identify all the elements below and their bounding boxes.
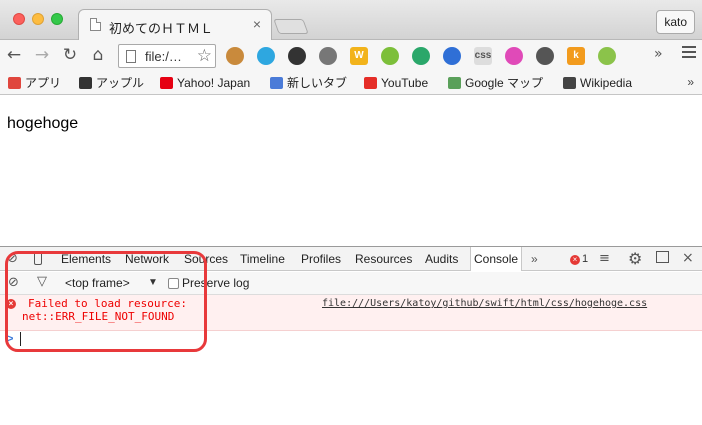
bookmark-item[interactable]: 新しいタブ — [270, 75, 347, 91]
device-mode-icon[interactable] — [34, 251, 42, 265]
bookmark-label: Wikipedia — [580, 76, 633, 90]
bookmark-star-icon[interactable]: ☆ — [197, 45, 212, 67]
error-icon: × — [6, 299, 16, 309]
speedometer-extension-icon[interactable] — [288, 47, 306, 65]
twitter-extension-icon[interactable] — [257, 47, 275, 65]
tab-console[interactable]: Console — [470, 247, 523, 271]
gear-extension-icon[interactable] — [443, 47, 461, 65]
apps-grid-icon — [8, 77, 21, 89]
bookmark-item[interactable]: Wikipedia — [563, 75, 632, 91]
console-drawer-icon[interactable]: ≡ — [599, 251, 610, 266]
error-source-link[interactable]: file:///Users/katoy/github/swift/html/cs… — [322, 298, 647, 309]
apple-icon — [79, 77, 92, 89]
console-toolbar: ⊘ ▽ <top frame> ▼ Preserve log — [0, 272, 702, 295]
error-count: 1 — [582, 253, 589, 265]
bug-extension-icon[interactable] — [319, 47, 337, 65]
home-button[interactable]: ⌂ — [88, 45, 108, 65]
css-extension-icon[interactable]: css — [474, 47, 492, 65]
tab-audits[interactable]: Audits — [425, 252, 458, 266]
tab-close-button[interactable]: × — [253, 16, 261, 32]
frame-selector[interactable]: <top frame> — [65, 276, 130, 290]
filter-icon[interactable]: ▽ — [37, 274, 47, 289]
new-tab-icon — [270, 77, 283, 89]
error-icon: × — [570, 255, 580, 265]
bookmark-label: Yahoo! Japan — [177, 76, 251, 90]
bookmark-item[interactable]: アプリ — [8, 75, 61, 91]
bookmark-label: アップル — [96, 76, 145, 90]
browser-toolbar: ← → ↻ ⌂ file:/… ☆ Wcss k » — [0, 40, 702, 71]
tab-elements[interactable]: Elements — [61, 252, 111, 266]
page-content: hogehoge — [0, 96, 702, 246]
bookmark-label: アプリ — [25, 76, 62, 90]
preserve-log-label[interactable]: Preserve log — [182, 276, 249, 290]
bookmark-item[interactable]: Yahoo! Japan — [160, 75, 250, 91]
address-text: file:/… — [145, 49, 182, 64]
preserve-log-checkbox[interactable] — [168, 278, 179, 289]
bookmark-item[interactable]: アップル — [79, 75, 144, 91]
bookmark-label: 新しいタブ — [287, 76, 348, 90]
reload-button[interactable]: ↻ — [60, 45, 80, 65]
chevron-down-icon[interactable]: ▼ — [148, 277, 158, 288]
console-error-message: × Failed to load resource: net::ERR_FILE… — [0, 295, 702, 331]
error-text-line2: net::ERR_FILE_NOT_FOUND — [22, 310, 175, 323]
devtools-panel: ⊘ Elements Network Sources Timeline Profiles… — [0, 246, 702, 425]
sync-extension-icon[interactable] — [412, 47, 430, 65]
no-entry-icon[interactable]: ⊘ — [7, 251, 18, 266]
page-favicon-icon — [90, 18, 101, 31]
back-button[interactable]: ← — [4, 45, 24, 65]
yahoo-icon — [160, 77, 173, 89]
forward-button[interactable]: → — [32, 45, 52, 65]
tab-title: 初めてのＨＴＭＬ — [109, 22, 214, 37]
tab-sources[interactable]: Sources — [184, 252, 228, 266]
minimize-window-button[interactable] — [32, 13, 44, 25]
bookmark-label: YouTube — [381, 76, 429, 90]
clear-console-icon[interactable]: ⊘ — [8, 275, 19, 290]
extensions-overflow-button[interactable]: » — [654, 46, 663, 62]
hamburger-menu-icon[interactable] — [682, 46, 696, 61]
new-tab-button[interactable] — [273, 19, 309, 34]
devtools-tab-bar: ⊘ Elements Network Sources Timeline Profiles… — [0, 247, 702, 271]
w-extension-icon[interactable]: W — [350, 47, 368, 65]
console-input[interactable] — [20, 332, 680, 346]
eyedropper-extension-icon[interactable] — [536, 47, 554, 65]
console-prompt-icon: > — [7, 333, 14, 345]
close-devtools-icon[interactable]: × — [682, 250, 694, 266]
cookie-extension-icon[interactable] — [226, 47, 244, 65]
bookmark-item[interactable]: Google マップ — [448, 75, 543, 91]
maximize-window-button[interactable] — [51, 13, 63, 25]
tab-timeline[interactable]: Timeline — [240, 252, 285, 266]
browser-tab[interactable]: 初めてのＨＴＭＬ × — [78, 9, 272, 41]
dock-side-icon[interactable] — [656, 251, 669, 263]
bookmark-item[interactable]: YouTube — [364, 75, 428, 91]
close-window-button[interactable] — [13, 13, 25, 25]
bookmarks-overflow-button[interactable]: » — [687, 75, 694, 89]
bookmarks-bar: アプリ アップル Yahoo! Japan 新しいタブ YouTube Google マッ… — [0, 71, 702, 95]
tab-profiles[interactable]: Profiles — [301, 252, 341, 266]
page-body-text: hogehoge — [7, 115, 79, 132]
error-counter[interactable]: × 1 — [570, 253, 588, 265]
tab-network[interactable]: Network — [125, 252, 169, 266]
k-extension-icon[interactable]: k — [567, 47, 585, 65]
error-text-line1: Failed to load resource: — [28, 297, 187, 310]
puzzle-extension-icon[interactable] — [598, 47, 616, 65]
bookmark-label: Google マップ — [465, 76, 544, 90]
profile-button[interactable]: kato — [656, 10, 695, 34]
settings-gear-icon[interactable]: ⚙ — [628, 249, 642, 268]
page-icon — [126, 50, 136, 63]
google-maps-icon — [448, 77, 461, 89]
address-bar[interactable]: file:/… ☆ — [118, 44, 216, 68]
color-wheel-extension-icon[interactable] — [505, 47, 523, 65]
wikipedia-icon — [563, 77, 576, 89]
youtube-icon — [364, 77, 377, 89]
title-bar: 初めてのＨＴＭＬ × kato — [0, 0, 702, 41]
tab-resources[interactable]: Resources — [355, 252, 412, 266]
more-tabs-button[interactable]: » — [531, 252, 538, 266]
green-circle-extension-icon[interactable] — [381, 47, 399, 65]
